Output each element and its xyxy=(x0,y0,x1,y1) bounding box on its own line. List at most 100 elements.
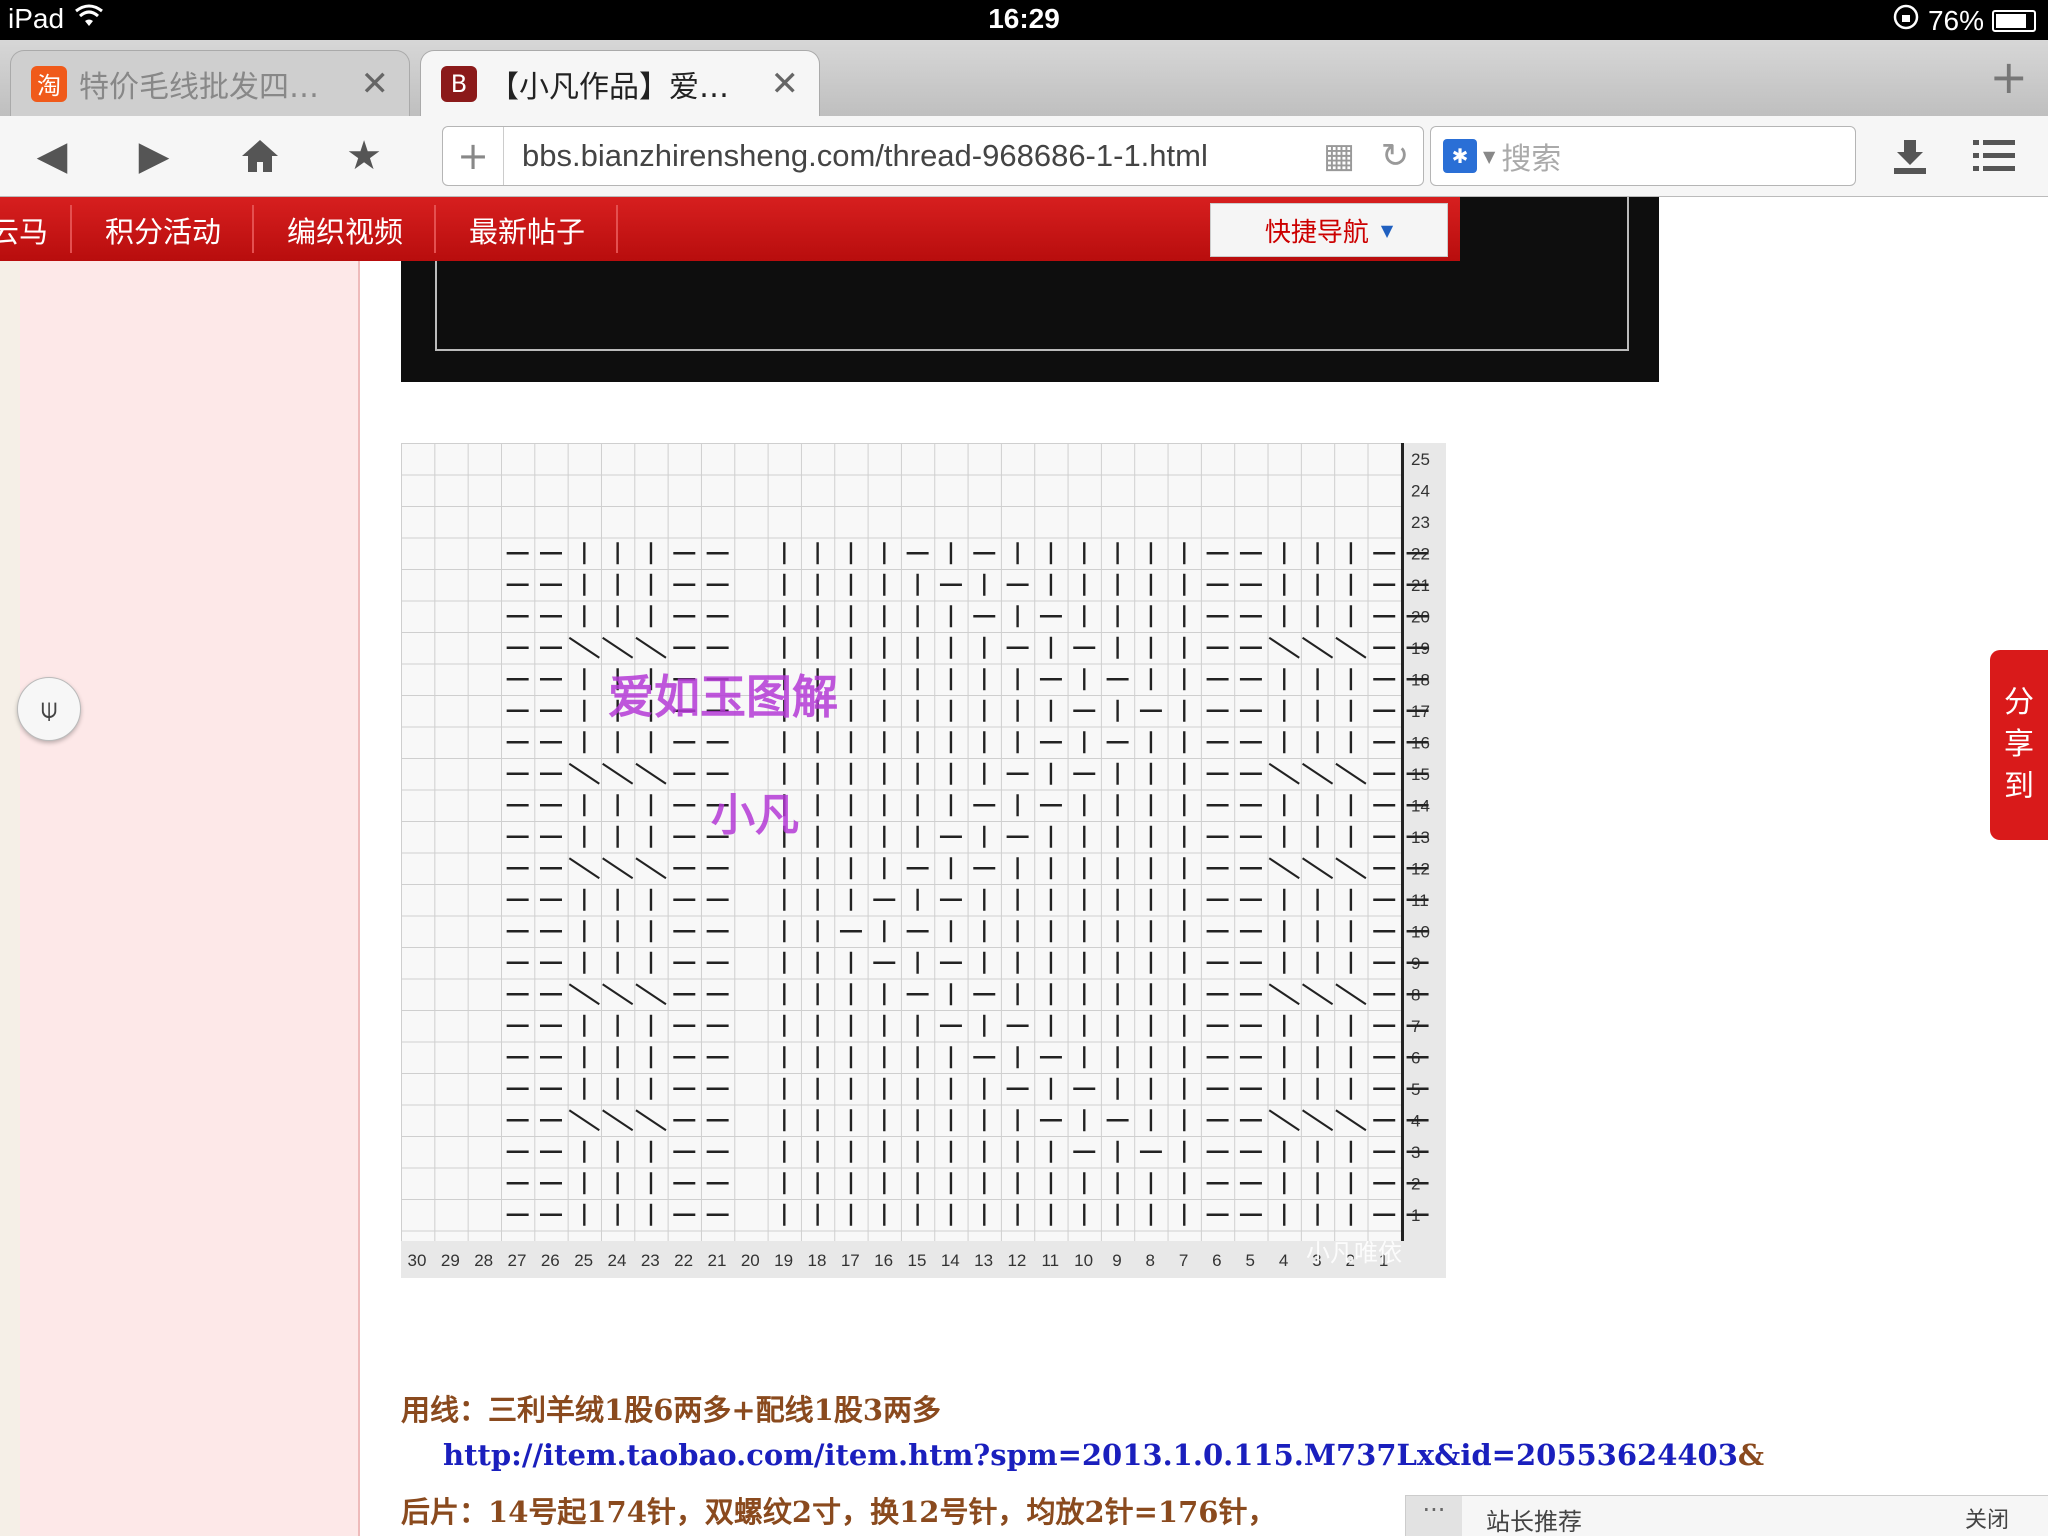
nav-item-videos[interactable]: 编织视频 xyxy=(287,209,403,251)
forward-icon[interactable]: ▶ xyxy=(126,128,182,184)
share-button[interactable]: 分 享 到 xyxy=(1990,650,2048,840)
chart-overlay-author: 小凡 xyxy=(711,790,799,841)
back-text: 14号起174针，双螺纹2寸，换12号针，均放2针=176针， xyxy=(488,1495,1277,1529)
add-bookmark-icon[interactable]: + xyxy=(443,127,504,185)
column-number: 5 xyxy=(1246,1251,1255,1270)
column-number: 28 xyxy=(474,1251,493,1270)
cable-cross xyxy=(568,636,600,659)
cable-cross xyxy=(568,983,600,1006)
row-number: 23 xyxy=(1411,513,1430,532)
tab-label: 特价毛线批发四… xyxy=(79,69,319,105)
back-label: 后片： xyxy=(401,1495,489,1529)
menu-list-icon[interactable] xyxy=(1966,128,2022,184)
cable-cross xyxy=(1268,857,1300,880)
nav-item-points[interactable]: 积分活动 xyxy=(105,209,221,251)
bookmark-star-icon[interactable]: ★ xyxy=(336,128,392,184)
clock: 16:29 xyxy=(988,3,1060,34)
chevron-down-icon: ▼ xyxy=(1380,220,1394,240)
forum-favicon-icon: B xyxy=(441,65,477,102)
column-number: 12 xyxy=(1007,1251,1026,1270)
search-box[interactable]: ✱ ▼ 搜索 xyxy=(1430,126,1856,186)
home-icon[interactable] xyxy=(232,128,288,184)
cable-cross xyxy=(1268,762,1300,785)
column-number: 9 xyxy=(1112,1251,1121,1270)
cable-cross xyxy=(1335,636,1367,659)
download-icon[interactable] xyxy=(1882,128,1938,184)
cable-cross xyxy=(635,857,667,880)
column-number: 6 xyxy=(1212,1251,1221,1270)
reload-icon[interactable]: ↻ xyxy=(1367,136,1423,176)
cable-cross xyxy=(1335,762,1367,785)
cable-cross xyxy=(1302,636,1334,659)
cable-cross xyxy=(1302,857,1334,880)
column-number: 15 xyxy=(907,1251,926,1270)
baidu-paw-icon[interactable]: ✱ xyxy=(1443,139,1477,173)
chart-symbols: 2524232221201918171615141312111098765432… xyxy=(408,450,1430,1270)
chevron-down-icon[interactable]: ▼ xyxy=(1483,147,1495,166)
cable-cross xyxy=(1268,983,1300,1006)
yarn-text: 三利羊绒1股6两多+配线1股3两多 xyxy=(488,1393,942,1427)
address-bar[interactable]: + bbs.bianzhirensheng.com/thread-968686-… xyxy=(442,126,1424,186)
column-number: 21 xyxy=(708,1251,727,1270)
taobao-link[interactable]: http://item.taobao.com/item.htm?spm=2013… xyxy=(443,1438,1738,1472)
nav-item-latest[interactable]: 最新帖子 xyxy=(469,209,585,251)
cable-cross xyxy=(602,857,634,880)
battery-icon xyxy=(1992,9,2036,32)
column-number: 30 xyxy=(408,1251,427,1270)
tab-taobao[interactable]: 淘 特价毛线批发四… ✕ xyxy=(10,50,410,116)
chart-watermark: 小凡唯依 xyxy=(1306,1239,1402,1267)
column-number: 23 xyxy=(641,1251,660,1270)
column-number: 8 xyxy=(1146,1251,1155,1270)
cable-cross xyxy=(1268,1109,1300,1132)
column-number: 19 xyxy=(774,1251,793,1270)
close-icon[interactable]: ✕ xyxy=(361,64,390,104)
column-number: 7 xyxy=(1179,1251,1188,1270)
column-number: 11 xyxy=(1041,1251,1059,1270)
cable-cross xyxy=(568,857,600,880)
more-dots-icon[interactable]: ··· xyxy=(1406,1496,1462,1536)
close-icon[interactable]: ✕ xyxy=(771,64,800,104)
rotation-lock-icon xyxy=(1892,3,1920,38)
cable-cross xyxy=(635,762,667,785)
row-number: 25 xyxy=(1411,450,1430,469)
column-number: 24 xyxy=(608,1251,627,1270)
column-number: 18 xyxy=(807,1251,826,1270)
column-number: 20 xyxy=(741,1251,760,1270)
column-number: 16 xyxy=(874,1251,893,1270)
cable-cross xyxy=(635,636,667,659)
taobao-icon: 淘 xyxy=(31,65,67,102)
cable-cross xyxy=(602,983,634,1006)
tab-bar: 淘 特价毛线批发四… ✕ B 【小凡作品】爱… ✕ + xyxy=(0,40,2048,116)
knitting-chart: 2524232221201918171615141312111098765432… xyxy=(401,443,1446,1278)
qr-code-icon[interactable]: ▦ xyxy=(1311,136,1367,176)
quick-nav-button[interactable]: 快捷导航 ▼ xyxy=(1210,203,1448,257)
cable-cross xyxy=(568,1109,600,1132)
scroll-handle-icon[interactable]: ⍦ xyxy=(17,677,81,741)
search-placeholder: 搜索 xyxy=(1501,142,1562,177)
cable-cross xyxy=(635,983,667,1006)
back-icon[interactable]: ◀ xyxy=(24,128,80,184)
url-text[interactable]: bbs.bianzhirensheng.com/thread-968686-1-… xyxy=(504,138,1311,174)
row-number: 24 xyxy=(1411,482,1430,501)
chart-overlay-title: 爱如玉图解 xyxy=(608,670,838,724)
cable-cross xyxy=(602,762,634,785)
close-button[interactable]: 关闭 xyxy=(1965,1502,2009,1534)
recommend-panel: ··· 站长推荐 关闭 xyxy=(1405,1495,2048,1536)
column-number: 10 xyxy=(1074,1251,1093,1270)
cable-cross xyxy=(1302,762,1334,785)
link-tail: & xyxy=(1737,1438,1765,1472)
tab-forum[interactable]: B 【小凡作品】爱… ✕ xyxy=(420,50,820,116)
column-number: 13 xyxy=(974,1251,993,1270)
left-sidebar xyxy=(20,197,360,1536)
nav-item[interactable]: 云马 xyxy=(0,209,48,251)
cable-cross xyxy=(635,1109,667,1132)
status-bar: iPad 16:29 76% xyxy=(0,0,2048,40)
site-nav-bar: 云马 积分活动 编织视频 最新帖子 快捷导航 ▼ xyxy=(0,197,1460,261)
cable-cross xyxy=(1302,1109,1334,1132)
column-number: 26 xyxy=(541,1251,560,1270)
new-tab-icon[interactable]: + xyxy=(1989,50,2028,104)
tab-label: 【小凡作品】爱… xyxy=(489,69,729,105)
cable-cross xyxy=(1268,636,1300,659)
yarn-label: 用线： xyxy=(401,1393,489,1427)
cable-cross xyxy=(602,1109,634,1132)
